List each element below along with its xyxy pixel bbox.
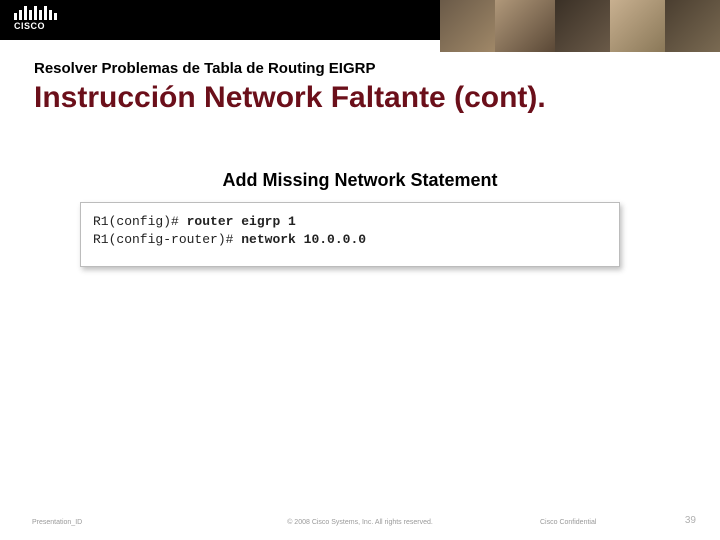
cisco-logo-bars [14,6,57,20]
cli-line: R1(config-router)# network 10.0.0.0 [93,231,607,249]
cli-prompt: R1(config-router)# [93,232,241,247]
cisco-wordmark: CISCO [14,21,57,31]
slide: CISCO Resolver Problemas de Tabla de Rou… [0,0,720,540]
slide-title: Instrucción Network Faltante (cont). [34,81,700,114]
cli-command: router eigrp 1 [187,214,296,229]
confidential-label: Cisco Confidential [540,519,596,526]
cli-line: R1(config)# router eigrp 1 [93,213,607,231]
heading-block: Resolver Problemas de Tabla de Routing E… [34,60,700,114]
cli-code-box: R1(config)# router eigrp 1 R1(config-rou… [80,202,620,267]
cli-prompt: R1(config)# [93,214,187,229]
cli-command: network 10.0.0.0 [241,232,366,247]
section-subhead: Add Missing Network Statement [0,170,720,191]
copyright-text: © 2008 Cisco Systems, Inc. All rights re… [287,519,433,526]
slide-kicker: Resolver Problemas de Tabla de Routing E… [34,60,700,77]
presentation-id: Presentation_ID [32,519,82,526]
page-number: 39 [685,515,696,526]
cisco-logo: CISCO [14,6,57,31]
header-photo-strip [440,0,720,52]
